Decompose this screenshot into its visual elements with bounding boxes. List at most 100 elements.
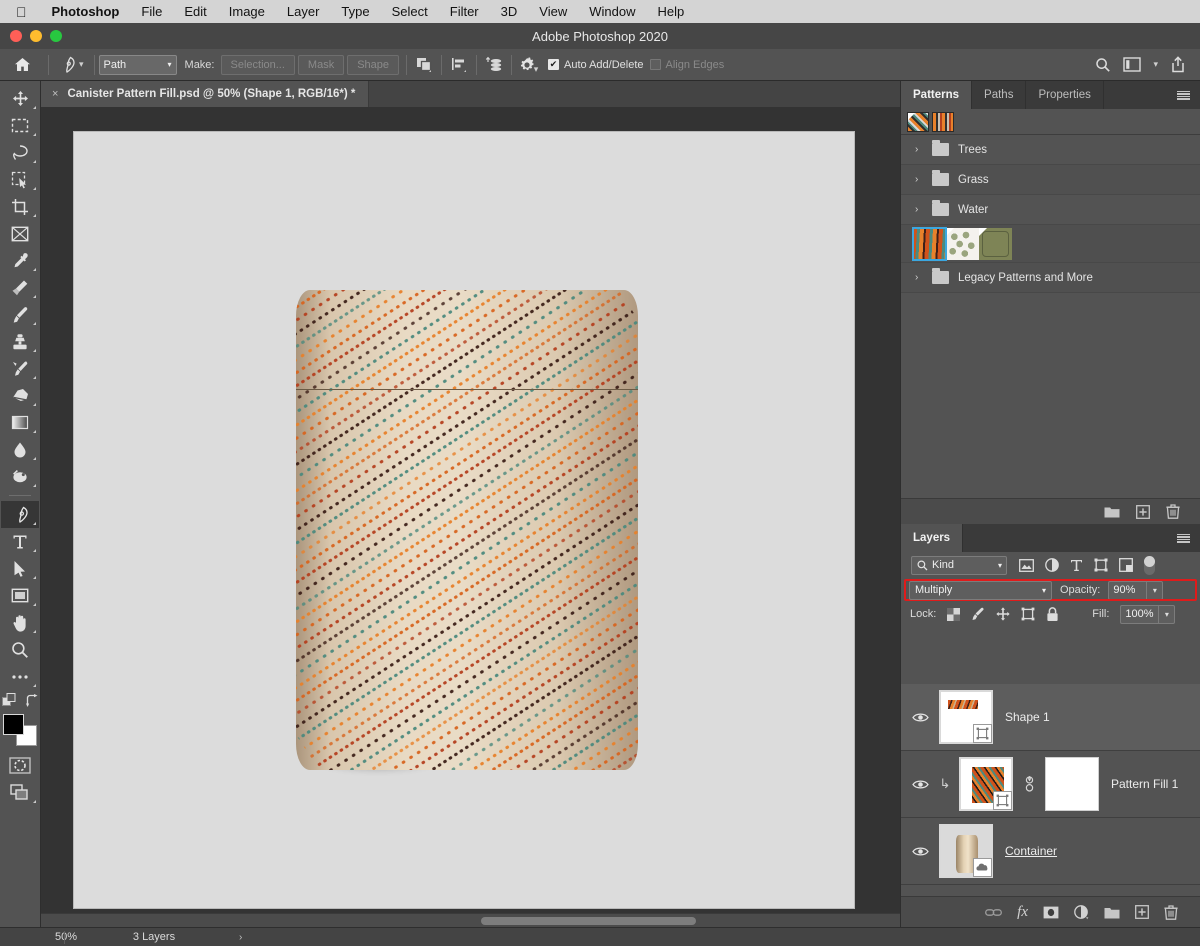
panel-menu-icon[interactable] — [1167, 81, 1200, 109]
layer-filter-kind-select[interactable]: Kind ▾ — [911, 556, 1007, 575]
table-row[interactable]: ↳ Pattern Fill 1 — [901, 751, 1200, 818]
screen-mode-icon[interactable] — [1, 779, 39, 806]
table-row[interactable]: Container — [901, 818, 1200, 885]
auto-add-delete-checkbox[interactable]: ✔ Auto Add/Delete — [548, 59, 644, 71]
spot-healing-brush-tool[interactable] — [1, 274, 39, 301]
menu-window[interactable]: Window — [578, 4, 646, 19]
new-group-icon[interactable] — [1104, 505, 1120, 518]
menu-3d[interactable]: 3D — [490, 4, 529, 19]
search-icon[interactable] — [1095, 57, 1111, 73]
layer-style-fx-icon[interactable]: fx — [1017, 904, 1028, 921]
new-layer-icon[interactable] — [1135, 905, 1149, 919]
filter-toggle[interactable] — [1144, 556, 1155, 575]
path-alignment-icon[interactable] — [446, 53, 472, 77]
pattern-group-trees[interactable]: › Trees — [901, 135, 1200, 165]
apple-logo-icon[interactable]:  — [0, 5, 41, 19]
artboard[interactable] — [73, 131, 855, 909]
align-edges-checkbox[interactable]: Align Edges — [650, 59, 725, 71]
crop-tool[interactable] — [1, 193, 39, 220]
path-mode-select[interactable]: Path ▾ — [99, 55, 177, 75]
link-layers-icon[interactable] — [985, 907, 1002, 918]
canvas-horizontal-scrollbar[interactable] — [41, 913, 900, 927]
zoom-tool[interactable] — [1, 636, 39, 663]
canvas-area[interactable] — [41, 107, 900, 927]
lock-position-icon[interactable] — [996, 607, 1010, 621]
adjustment-layer-filter-icon[interactable] — [1045, 558, 1059, 572]
default-colors-icon[interactable] — [2, 693, 16, 707]
menu-image[interactable]: Image — [218, 4, 276, 19]
chevron-down-icon[interactable]: ▾ — [1146, 581, 1163, 600]
path-selection-tool[interactable] — [1, 555, 39, 582]
tool-preset-chevron-down-icon[interactable]: ▾ — [79, 59, 84, 70]
move-tool[interactable] — [1, 85, 39, 112]
menu-select[interactable]: Select — [381, 4, 439, 19]
new-adjustment-layer-icon[interactable] — [1074, 905, 1089, 920]
eye-icon[interactable] — [909, 779, 931, 790]
pattern-group-legacy[interactable]: › Legacy Patterns and More — [901, 263, 1200, 293]
home-icon[interactable] — [0, 57, 44, 72]
delete-layer-icon[interactable] — [1164, 905, 1178, 920]
hand-tool[interactable] — [1, 609, 39, 636]
swap-colors-icon[interactable] — [26, 694, 39, 707]
make-selection-button[interactable]: Selection... — [221, 55, 295, 75]
dodge-tool[interactable] — [1, 463, 39, 490]
shape-layer-filter-icon[interactable] — [1094, 558, 1108, 572]
menu-file[interactable]: File — [130, 4, 173, 19]
pen-tool[interactable] — [1, 501, 39, 528]
layer-mask-thumbnail[interactable] — [1045, 757, 1099, 811]
menu-help[interactable]: Help — [646, 4, 695, 19]
eye-icon[interactable] — [909, 846, 931, 857]
chevron-down-icon[interactable]: ▾ — [1158, 605, 1175, 624]
add-layer-mask-icon[interactable] — [1043, 906, 1059, 919]
pattern-swatch-honeycomb[interactable] — [979, 228, 1012, 260]
opacity-value[interactable]: 90% — [1108, 581, 1146, 600]
pattern-swatch-abstract-brush[interactable] — [913, 228, 946, 260]
zoom-level[interactable]: 50% — [0, 931, 60, 943]
eyedropper-tool[interactable] — [1, 247, 39, 274]
lock-all-icon[interactable] — [1046, 607, 1059, 622]
pattern-fill-thumbnail[interactable] — [959, 757, 1013, 811]
panel-menu-icon[interactable] — [1167, 524, 1200, 552]
pattern-swatch-polka-dot[interactable] — [946, 228, 979, 260]
quick-mask-icon[interactable] — [1, 752, 39, 779]
gradient-tool[interactable] — [1, 409, 39, 436]
pattern-group-water[interactable]: › Water — [901, 195, 1200, 225]
type-layer-filter-icon[interactable] — [1070, 559, 1083, 572]
fill-value[interactable]: 100% — [1120, 605, 1158, 624]
table-row[interactable]: Shape 1 — [901, 684, 1200, 751]
menu-photoshop[interactable]: Photoshop — [41, 4, 131, 19]
pattern-swatch-vertical-stripes[interactable] — [932, 112, 954, 132]
menu-edit[interactable]: Edit — [173, 4, 217, 19]
new-pattern-icon[interactable] — [1136, 505, 1150, 519]
pixel-layer-filter-icon[interactable] — [1019, 559, 1034, 572]
make-shape-button[interactable]: Shape — [347, 55, 399, 75]
close-document-icon[interactable]: × — [52, 88, 58, 100]
gear-chevron-down-icon[interactable]: ▾ — [534, 64, 539, 75]
new-group-icon[interactable] — [1104, 906, 1120, 919]
menu-type[interactable]: Type — [330, 4, 380, 19]
object-selection-tool[interactable] — [1, 166, 39, 193]
shape-layer-thumbnail[interactable] — [939, 690, 993, 744]
status-expand-icon[interactable]: › — [239, 932, 242, 943]
foreground-color-swatch[interactable] — [3, 714, 24, 735]
brush-tool[interactable] — [1, 301, 39, 328]
fill-stepper[interactable]: 100% ▾ — [1120, 605, 1175, 624]
gear-icon[interactable]: ▾ — [516, 53, 542, 77]
smart-object-filter-icon[interactable] — [1119, 558, 1133, 572]
lock-artboard-nesting-icon[interactable] — [1021, 607, 1035, 621]
frame-tool[interactable] — [1, 220, 39, 247]
clone-stamp-tool[interactable] — [1, 328, 39, 355]
make-mask-button[interactable]: Mask — [298, 55, 344, 75]
layer-count-status[interactable]: 3 Layers — [69, 931, 239, 943]
type-tool[interactable] — [1, 528, 39, 555]
more-tools-ellipsis[interactable] — [1, 663, 39, 690]
scrollbar-thumb[interactable] — [481, 917, 696, 925]
opacity-stepper[interactable]: 90% ▾ — [1108, 581, 1163, 600]
blend-mode-select[interactable]: Multiply ▾ — [909, 581, 1052, 600]
tab-paths[interactable]: Paths — [972, 81, 1026, 109]
tab-patterns[interactable]: Patterns — [901, 81, 972, 109]
tab-layers[interactable]: Layers — [901, 524, 963, 552]
menu-filter[interactable]: Filter — [439, 4, 490, 19]
current-tool-pen-icon[interactable]: ▾ — [53, 56, 90, 73]
lasso-tool[interactable] — [1, 139, 39, 166]
